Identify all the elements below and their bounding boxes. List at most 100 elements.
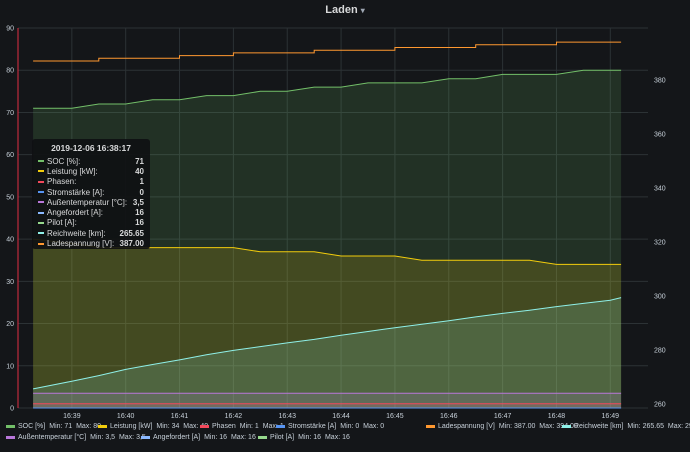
legend-stats: Min: 0 Max: 0 [340,423,385,430]
legend-item[interactable]: Reichweite [km]Min: 265.65 Max: 299.45 [562,423,690,430]
tooltip-series-value: 387.00 [119,239,144,249]
x-tick-label: 16:49 [602,413,620,420]
y-right-tick-label: 260 [654,402,666,409]
tooltip-series-value: 265.65 [119,228,144,238]
series-swatch-icon [141,436,150,439]
legend-row: Außentemperatur [°C] Min: 3,5 Max: 3,5 Ang… [6,434,690,445]
tooltip-series-name: Außentemperatur [°C]: [47,197,128,207]
series-swatch-icon [38,180,44,183]
tooltip-series-value: 0 [139,187,144,197]
series-swatch-icon [38,211,44,214]
legend-row: SOC [%] Min: 71 Max: 80 Leistung [kW] Min: … [6,423,690,434]
tooltip-series-name: Ladespannung [V]: [47,239,115,249]
tooltip-row: Ladespannung [V]: 387.00 [38,238,144,248]
legend-label: Leistung [kW] [110,423,153,430]
legend-label: Phasen [212,423,236,430]
tooltip-series-name: Leistung [kW]: [47,166,98,176]
legend-item[interactable]: Ladespannung [V] Min: 387.00 Max: 394.00 [426,423,578,430]
legend-item[interactable]: Stromstärke [A] Min: 0 Max: 0 [276,423,384,430]
y-right-tick-label: 280 [654,348,666,355]
tooltip-series-name: Reichweite [km]: [47,228,106,238]
tooltip-series-value: 16 [135,218,144,228]
y-right-tick-label: 360 [654,131,666,138]
y-left-tick-label: 80 [6,68,14,75]
series-swatch-icon [276,425,285,428]
legend-stats: Min: 3,5 Max: 3,5 [90,434,146,441]
tooltip-time: 2019-12-06 16:38:17 [51,143,131,153]
y-right-tick-label: 340 [654,186,666,193]
legend-label: Ladespannung [V] [438,423,495,430]
y-left-tick-label: 20 [6,321,14,328]
y-left-tick-label: 10 [6,363,14,370]
x-tick-label: 16:47 [494,413,512,420]
legend-item[interactable]: Angefordert [A] Min: 16 Max: 16 [141,434,256,441]
tooltip-series-value: 71 [135,156,144,166]
tooltip-series-name: Phasen: [47,177,77,187]
tooltip-row: Phasen: 1 [38,177,144,187]
y-left-tick-label: 40 [6,237,14,244]
series-swatch-icon [38,191,44,194]
tooltip-row: Angefordert [A]: 16 [38,207,144,217]
series-swatch-icon [426,425,435,428]
y-right-tick-label: 320 [654,240,666,247]
tooltip-row: Außentemperatur [°C]: 3,5 [38,197,144,207]
tooltip-row: SOC [%]: 71 [38,156,144,166]
legend-item[interactable]: Leistung [kW] Min: 34 Max: 40 [98,423,208,430]
x-tick-label: 16:46 [440,413,458,420]
y-left-tick-label: 0 [10,406,14,413]
legend-item[interactable]: Pilot [A] Min: 16 Max: 16 [258,434,350,441]
x-tick-label: 16:41 [171,413,189,420]
y-right-tick-label: 300 [654,294,666,301]
legend-label: Angefordert [A] [153,434,201,441]
legend-stats: Min: 16 Max: 16 [298,434,350,441]
legend-label: Pilot [A] [270,434,295,441]
tooltip-row: Pilot [A]: 16 [38,218,144,228]
y-left-tick-label: 30 [6,279,14,286]
legend-item[interactable]: Außentemperatur [°C] Min: 3,5 Max: 3,5 [6,434,146,441]
y-left-tick-label: 60 [6,152,14,159]
x-tick-label: 16:44 [332,413,350,420]
x-tick-label: 16:45 [386,413,404,420]
tooltip-series-name: Angefordert [A]: [47,208,104,218]
legend-item[interactable]: SOC [%] Min: 71 Max: 80 [6,423,101,430]
y-left-tick-label: 90 [6,26,14,33]
tooltip-row: Reichweite [km]: 265.65 [38,228,144,238]
x-tick-label: 16:48 [548,413,566,420]
y-left-tick-label: 70 [6,110,14,117]
legend-stats: Min: 16 Max: 16 [204,434,256,441]
tooltip-series-name: Pilot [A]: [47,218,77,228]
series-line-ladespannung-v[interactable] [33,41,622,62]
legend-label: Stromstärke [A] [288,423,337,430]
hover-tooltip: 2019-12-06 16:38:17 SOC [%]: 71 Leistung [… [32,139,150,249]
series-swatch-icon [6,425,15,428]
tooltip-series-name: Stromstärke [A]: [47,187,105,197]
series-swatch-icon [38,242,44,245]
series-swatch-icon [38,201,44,204]
legend-label: Außentemperatur [°C] [18,434,87,441]
series-swatch-icon [38,170,44,173]
series-swatch-icon [38,160,44,163]
tooltip-row: Leistung [kW]: 40 [38,166,144,176]
legend-item[interactable]: Phasen Min: 1 Max: 1 [200,423,284,430]
tooltip-row: Stromstärke [A]: 0 [38,187,144,197]
legend-stats: Min: 265.65 Max: 299.45 [627,423,690,430]
series-swatch-icon [38,232,44,235]
series-swatch-icon [200,425,209,428]
legend: SOC [%] Min: 71 Max: 80 Leistung [kW] Min: … [6,423,690,445]
x-tick-label: 16:39 [63,413,81,420]
tooltip-series-value: 40 [135,166,144,176]
y-left-tick-label: 50 [6,194,14,201]
tooltip-series-value: 16 [135,208,144,218]
series-swatch-icon [98,425,107,428]
tooltip-series-name: SOC [%]: [47,156,81,166]
x-tick-label: 16:43 [278,413,296,420]
y-right-tick-label: 380 [654,77,666,84]
series-swatch-icon [562,425,571,428]
legend-label: Reichweite [km] [574,423,624,430]
series-swatch-icon [258,436,267,439]
x-tick-label: 16:42 [225,413,243,420]
legend-stats: Min: 71 Max: 80 [49,423,101,430]
series-swatch-icon [6,436,15,439]
graph-panel: Laden ▾ 0 10 20 30 40 50 60 70 80 90 260 280 300 320 34… [0,0,690,452]
x-tick-label: 16:40 [117,413,135,420]
